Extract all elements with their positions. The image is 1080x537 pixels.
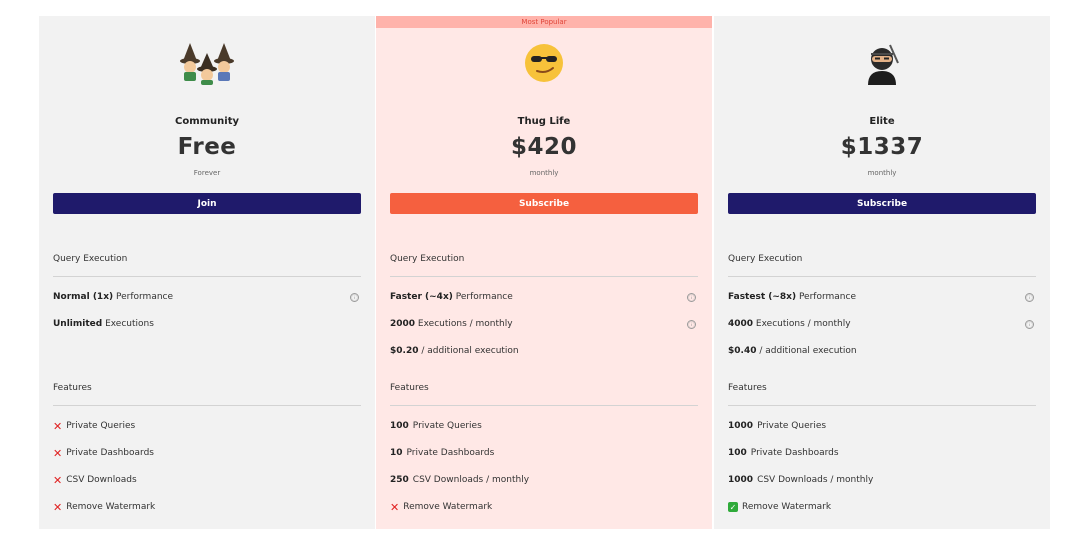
divider	[53, 276, 361, 277]
features-header: Features	[53, 383, 92, 393]
divider	[390, 405, 698, 406]
additional-execution-row: $0.20 / additional execution	[390, 346, 698, 356]
executions-value: 2000	[390, 319, 416, 329]
feature-label: Private Queries	[757, 421, 827, 431]
performance-value: Fastest (~8x)	[728, 292, 797, 302]
info-icon[interactable]: ⓘ	[1025, 319, 1034, 329]
divider	[728, 405, 1036, 406]
divider	[390, 276, 698, 277]
plan-name: Community	[174, 116, 239, 127]
join-button[interactable]: Join	[53, 193, 361, 214]
feature-count: 250	[390, 475, 409, 485]
plan-card-community: Community Free Forever Join Query Execut…	[39, 16, 375, 529]
feature-label: Private Queries	[412, 421, 482, 431]
feature-private-dashboards: ✕ Private Dashboards	[53, 446, 361, 460]
feature-private-dashboards: 100 Private Dashboards	[728, 448, 1036, 458]
smirk-sunglasses-icon	[390, 41, 698, 85]
performance-value: Faster (~4x)	[390, 292, 453, 302]
plan-card-elite: Elite $1337 monthly Subscribe Query Exec…	[714, 16, 1050, 529]
feature-remove-watermark: ✓ Remove Watermark	[728, 502, 1036, 512]
info-icon[interactable]: ⓘ	[1025, 292, 1034, 302]
info-icon[interactable]: ⓘ	[687, 319, 696, 329]
executions-value: Unlimited	[53, 319, 103, 329]
feature-label: Remove Watermark	[742, 502, 832, 512]
performance-row: Faster (~4x) Performance ⓘ	[390, 292, 698, 302]
features-header: Features	[390, 383, 429, 393]
feature-label: Private Dashboards	[406, 448, 495, 458]
additional-price: $0.40	[728, 346, 757, 356]
feature-remove-watermark: ✕ Remove Watermark	[390, 500, 698, 514]
plan-period: Forever	[193, 169, 221, 177]
feature-private-queries: 100 Private Queries	[390, 421, 698, 431]
additional-label: / additional execution	[756, 346, 857, 356]
feature-count: 100	[728, 448, 747, 458]
plan-name: Elite	[869, 116, 895, 127]
additional-label: / additional execution	[418, 346, 519, 356]
cross-icon: ✕	[53, 473, 63, 487]
info-icon[interactable]: ⓘ	[350, 292, 359, 302]
divider	[728, 276, 1036, 277]
pricing-page: Community Free Forever Join Query Execut…	[0, 0, 1080, 537]
plan-period: monthly	[867, 169, 897, 177]
plan-price: $1337	[840, 134, 924, 160]
query-execution-header: Query Execution	[390, 254, 465, 264]
query-execution-header: Query Execution	[728, 254, 803, 264]
cross-icon: ✕	[53, 419, 63, 433]
plan-name: Thug Life	[517, 116, 571, 127]
executions-label: Executions / monthly	[415, 319, 513, 329]
performance-label: Performance	[452, 292, 513, 302]
executions-row: 2000 Executions / monthly ⓘ	[390, 319, 698, 329]
feature-private-dashboards: 10 Private Dashboards	[390, 448, 698, 458]
executions-value: 4000	[728, 319, 754, 329]
feature-private-queries: ✕ Private Queries	[53, 419, 361, 433]
feature-csv-downloads: 250 CSV Downloads / monthly	[390, 475, 698, 485]
feature-label: Private Dashboards	[750, 448, 839, 458]
feature-count: 10	[390, 448, 403, 458]
plan-price: Free	[177, 134, 237, 160]
feature-label: Private Queries	[66, 421, 136, 431]
cross-icon: ✕	[53, 500, 63, 514]
additional-execution-row: $0.40 / additional execution	[728, 346, 1036, 356]
query-execution-header: Query Execution	[53, 254, 128, 264]
cross-icon: ✕	[390, 500, 400, 514]
subscribe-button[interactable]: Subscribe	[390, 193, 698, 214]
divider	[53, 405, 361, 406]
feature-private-queries: 1000 Private Queries	[728, 421, 1036, 431]
feature-label: CSV Downloads / monthly	[412, 475, 530, 485]
executions-row: 4000 Executions / monthly ⓘ	[728, 319, 1036, 329]
feature-remove-watermark: ✕ Remove Watermark	[53, 500, 361, 514]
executions-label: Executions	[102, 319, 154, 329]
performance-label: Performance	[113, 292, 174, 302]
executions-label: Executions / monthly	[753, 319, 851, 329]
feature-count: 100	[390, 421, 409, 431]
feature-label: CSV Downloads / monthly	[757, 475, 874, 485]
feature-count: 1000	[728, 421, 754, 431]
cross-icon: ✕	[53, 446, 63, 460]
feature-count: 1000	[728, 475, 754, 485]
executions-row: Unlimited Executions	[53, 319, 361, 329]
feature-label: Remove Watermark	[403, 502, 493, 512]
features-header: Features	[728, 383, 767, 393]
feature-label: Remove Watermark	[66, 502, 156, 512]
ninja-icon	[728, 41, 1036, 85]
plan-card-thug-life: Most Popular Thug Life $420 monthly Subs…	[376, 16, 712, 529]
checkmark-icon: ✓	[728, 502, 738, 512]
plan-period: monthly	[529, 169, 559, 177]
feature-csv-downloads: ✕ CSV Downloads	[53, 473, 361, 487]
feature-csv-downloads: 1000 CSV Downloads / monthly	[728, 475, 1036, 485]
performance-row: Fastest (~8x) Performance ⓘ	[728, 292, 1036, 302]
mage-group-icon	[53, 41, 361, 85]
additional-price: $0.20	[390, 346, 419, 356]
plan-price: $420	[510, 134, 577, 160]
info-icon[interactable]: ⓘ	[687, 292, 696, 302]
performance-row: Normal (1x) Performance ⓘ	[53, 292, 361, 302]
performance-value: Normal (1x)	[53, 292, 114, 302]
subscribe-button[interactable]: Subscribe	[728, 193, 1036, 214]
performance-label: Performance	[796, 292, 856, 302]
feature-label: CSV Downloads	[66, 475, 137, 485]
feature-label: Private Dashboards	[66, 448, 154, 458]
